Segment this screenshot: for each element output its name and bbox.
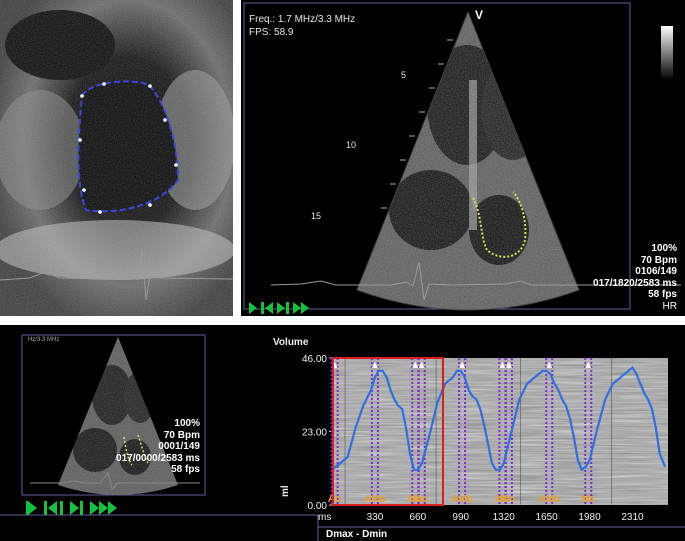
- event-label: Ao: [502, 494, 515, 505]
- depth-mark-5: 5: [401, 70, 407, 80]
- depth-mark-10: 10: [346, 140, 357, 150]
- event-label: AMo: [538, 494, 560, 505]
- orientation-marker: V: [475, 8, 484, 22]
- dmax-dmin-label[interactable]: Dmax - Dmin: [326, 529, 387, 540]
- x-tick-label: 660: [410, 512, 427, 523]
- event-label: AMo: [364, 494, 386, 505]
- time-readout: 017/1820/2583 ms: [593, 277, 677, 289]
- y-tick-label: 0.00: [308, 501, 328, 512]
- x-tick-label: 1980: [578, 512, 601, 523]
- four-chamber-view-panel[interactable]: Freq.: 1.7 MHz/3.3 MHz FPS: 58.9 V 5 10 …: [241, 0, 685, 316]
- frame-info: 100% 70 Bpm 0106/149 017/1820/2583 ms 58…: [593, 243, 677, 312]
- heart-rate: 70 Bpm: [640, 254, 677, 266]
- zoomed-echo-image: [0, 0, 233, 316]
- x-tick-label: 990: [452, 512, 469, 523]
- zoom-view-panel[interactable]: [0, 0, 233, 316]
- fast-forward-icon[interactable]: [293, 302, 309, 314]
- volume-chart[interactable]: Volume 46.00 23.00 0.00 ms 330 660 990 1320 165…: [0, 325, 685, 541]
- skip-end-icon[interactable]: [277, 302, 289, 314]
- frequency-label: Freq.: 1.7 MHz/3.3 MHz: [249, 14, 356, 25]
- skip-start-icon[interactable]: [261, 302, 273, 314]
- playback-controls: [249, 302, 309, 314]
- x-tick-label: 1650: [536, 512, 559, 523]
- y-axis-label: ml: [280, 485, 291, 497]
- chart-title: Volume: [273, 337, 309, 348]
- volume-analysis-panel: Hz/3.3 MHz 100% 70 Bpm 0001/149 017/0000…: [0, 325, 685, 541]
- y-tick-label: 23.00: [302, 428, 327, 439]
- depth-mark-15: 15: [311, 211, 322, 221]
- event-label: Ao: [415, 494, 428, 505]
- x-tick-label: 2310: [621, 512, 644, 523]
- x-tick-label: 1320: [493, 512, 516, 523]
- frame-counter: 0106/149: [635, 266, 677, 277]
- x-tick-label: ms: [318, 512, 331, 523]
- event-label: Ao: [328, 494, 341, 505]
- zoom-percent: 100%: [651, 243, 677, 254]
- hr-label: HR: [662, 300, 677, 312]
- fps-label: FPS: 58.9: [249, 27, 294, 38]
- play-icon[interactable]: [249, 302, 257, 314]
- frame-rate: 58 fps: [648, 289, 677, 300]
- y-tick-label: 46.00: [302, 354, 327, 365]
- grayscale-bar: [661, 26, 673, 80]
- event-label: AMo: [451, 494, 473, 505]
- x-tick-label: 330: [367, 512, 384, 523]
- event-label: Mc: [581, 494, 595, 505]
